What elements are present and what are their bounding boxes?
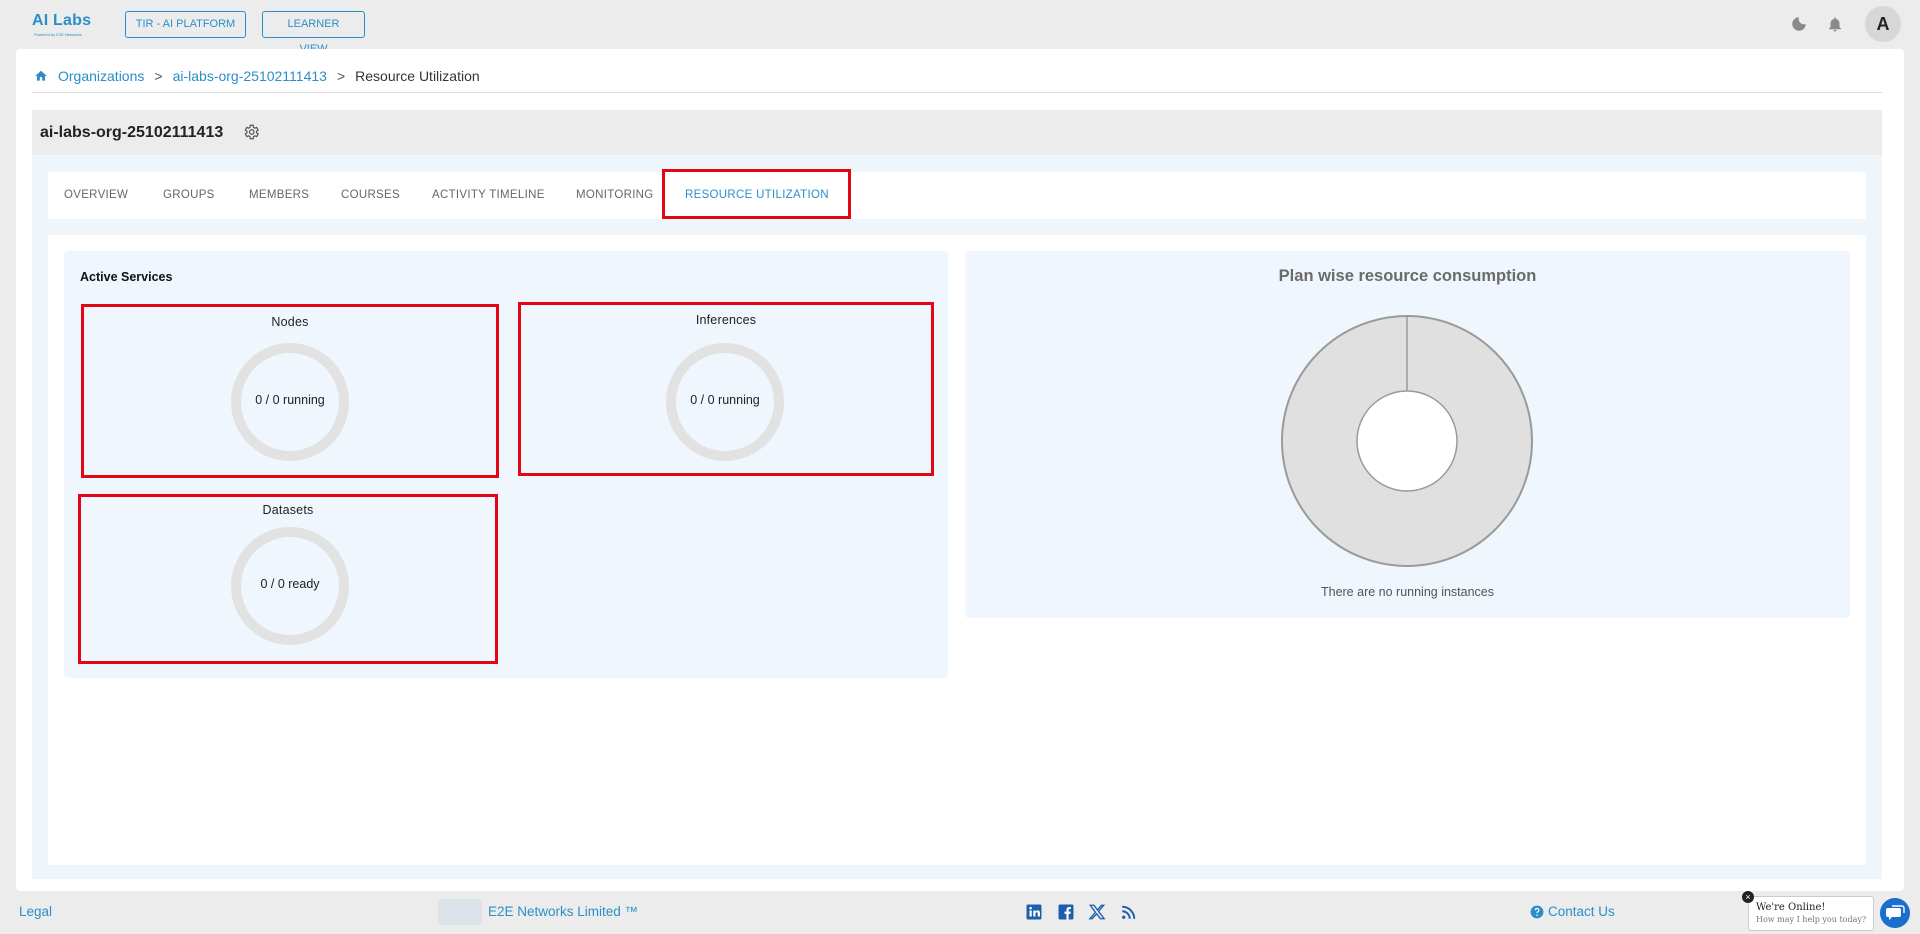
logo-text: AI Labs [32,12,92,29]
chat-launcher-button[interactable] [1880,898,1910,928]
breadcrumb-divider [32,92,1882,93]
tab-courses[interactable]: COURSES [341,172,400,219]
tir-ai-platform-button[interactable]: TIR - AI PLATFORM [125,11,246,38]
chat-close-icon[interactable]: × [1742,891,1754,903]
user-avatar[interactable]: A [1865,6,1901,42]
datasets-status: 0 / 0 ready [260,577,320,591]
tab-resource-utilization[interactable]: RESOURCE UTILIZATION [685,172,829,219]
contact-us-link[interactable]: Contact Us [1530,904,1615,919]
datasets-title: Datasets [262,503,314,517]
tab-groups[interactable]: GROUPS [163,172,215,219]
chat-icon [1886,905,1905,920]
datasets-ring: 0 / 0 ready [231,527,349,645]
active-services-title: Active Services [80,270,173,284]
tab-activity-timeline[interactable]: ACTIVITY TIMELINE [432,172,545,219]
inferences-status: 0 / 0 running [690,393,760,407]
top-bar: AI Labs Powered by E2E Networks TIR - AI… [0,0,1920,55]
x-icon[interactable] [1088,903,1106,921]
notification-bell-icon[interactable] [1826,15,1844,33]
settings-gear-icon[interactable] [242,123,260,141]
nodes-ring: 0 / 0 running [231,343,349,461]
breadcrumb-separator: > [154,68,163,84]
inferences-card[interactable]: Inferences 0 / 0 running [518,302,934,476]
datasets-card[interactable]: Datasets 0 / 0 ready [78,494,498,664]
chat-title: We're Online! [1756,902,1826,913]
tab-monitoring[interactable]: MONITORING [576,172,654,219]
breadcrumb-separator: > [336,68,346,84]
legal-link[interactable]: Legal [19,904,52,919]
plan-title: Plan wise resource consumption [1278,267,1537,285]
help-circle-icon [1530,905,1544,918]
org-tabs: OVERVIEW GROUPS MEMBERS COURSES ACTIVITY… [48,172,1866,219]
nodes-title: Nodes [271,315,309,329]
breadcrumb-current: Resource Utilization [355,68,480,84]
contact-us-label: Contact Us [1548,904,1615,919]
tab-overview[interactable]: OVERVIEW [64,172,128,219]
chat-subtitle: How may I help you today? [1756,915,1867,924]
linkedin-icon[interactable] [1025,903,1043,921]
breadcrumb-org[interactable]: ai-labs-org-25102111413 [173,68,327,84]
learner-view-button[interactable]: LEARNER VIEW [262,11,365,55]
org-title: ai-labs-org-25102111413 [40,124,224,141]
footer: Legal E2E Networks Limited ™ Contact Us [0,892,1920,934]
breadcrumb: Organizations > ai-labs-org-25102111413 … [34,66,480,86]
nodes-card[interactable]: Nodes 0 / 0 running [81,304,499,478]
breadcrumb-organizations[interactable]: Organizations [58,68,144,84]
no-instances-message: There are no running instances [1320,585,1495,599]
inferences-title: Inferences [695,313,757,327]
company-name[interactable]: E2E Networks Limited ™ [488,904,638,919]
e2e-logo [438,899,482,925]
facebook-icon[interactable] [1057,903,1075,921]
home-icon[interactable] [34,69,48,83]
ai-labs-logo[interactable]: AI Labs Powered by E2E Networks [32,12,96,40]
org-header: ai-labs-org-25102111413 [32,110,1882,155]
tab-members[interactable]: MEMBERS [249,172,309,219]
plan-donut-chart[interactable] [1281,315,1533,567]
inferences-ring: 0 / 0 running [666,343,784,461]
logo-subtitle: Powered by E2E Networks [34,32,82,37]
donut-hole [1356,390,1458,492]
rss-icon[interactable] [1120,903,1138,921]
dark-mode-icon[interactable] [1790,15,1808,33]
nodes-status: 0 / 0 running [255,393,325,407]
